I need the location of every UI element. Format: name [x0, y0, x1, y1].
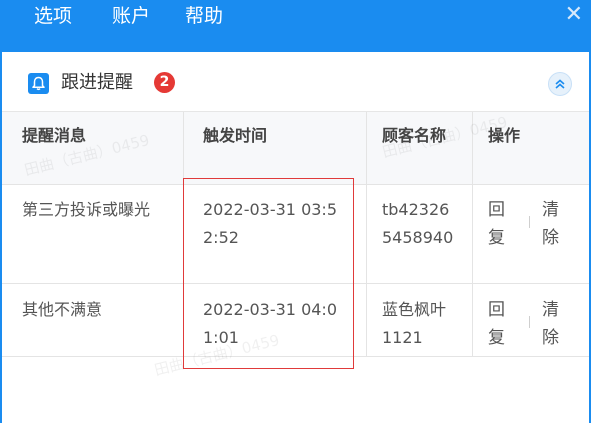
action-divider — [529, 216, 530, 228]
row2-clear-button[interactable]: 清除 — [542, 296, 562, 352]
column-header-message: 提醒消息 — [22, 126, 87, 145]
column-header-actions: 操作 — [488, 126, 521, 145]
row1-customer: tb423265458940 — [382, 200, 454, 247]
double-chevron-up-icon[interactable] — [548, 72, 572, 96]
row2-customer: 蓝色枫叶1121 — [382, 300, 447, 347]
menu-account[interactable]: 账户 — [112, 3, 150, 29]
menu-options[interactable]: 选项 — [34, 3, 72, 29]
panel-header: 跟进提醒 2 — [2, 52, 589, 112]
close-icon[interactable]: ✕ — [565, 2, 583, 28]
action-divider — [529, 316, 530, 328]
row1-clear-button[interactable]: 清除 — [542, 196, 562, 252]
column-header-customer: 顾客名称 — [382, 126, 447, 145]
panel-title: 跟进提醒 — [61, 72, 133, 93]
count-badge: 2 — [154, 72, 175, 93]
column-divider — [472, 112, 473, 357]
row1-message: 第三方投诉或曝光 — [22, 200, 151, 219]
bell-icon — [28, 73, 49, 94]
column-header-time: 触发时间 — [203, 126, 268, 145]
menu-help[interactable]: 帮助 — [185, 3, 223, 29]
row1-reply-button[interactable]: 回复 — [488, 196, 508, 252]
highlight-box — [183, 178, 354, 369]
row2-message: 其他不满意 — [22, 300, 103, 319]
row2-reply-button[interactable]: 回复 — [488, 296, 508, 352]
column-divider — [366, 112, 367, 357]
menu-bar: 选项 账户 帮助 ✕ — [0, 0, 591, 52]
